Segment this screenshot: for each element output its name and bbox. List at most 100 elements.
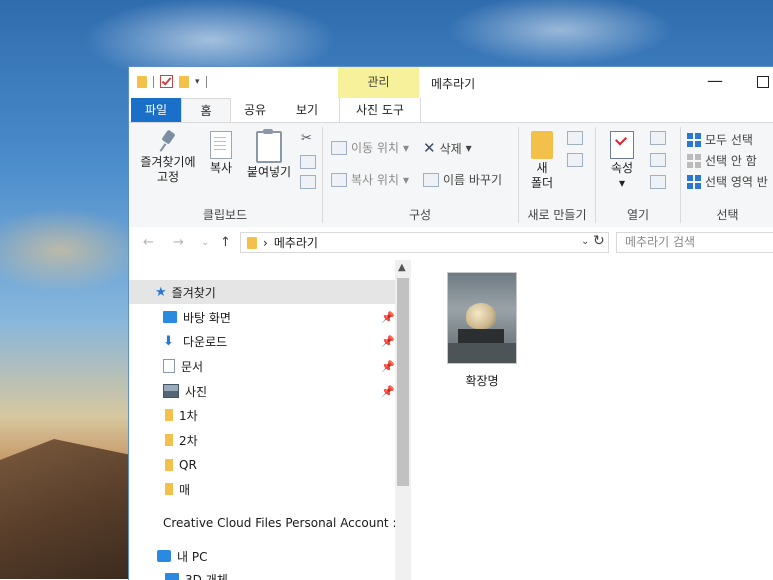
tab-view[interactable]: 보기: [281, 98, 333, 122]
paste-icon: [256, 131, 282, 163]
pin-icon: [158, 131, 178, 153]
clipboard-group: 즐겨찾기에 고정 복사 붙여넣기 ✂ 클립보드: [129, 123, 321, 227]
ribbon-tabs: 파일 홈 공유 보기 사진 도구: [129, 98, 773, 122]
nav-item-desktop[interactable]: 바탕 화면 📌: [129, 305, 411, 329]
folder-icon: [165, 483, 173, 495]
nav-item-folder-1cha[interactable]: 1차: [129, 403, 411, 427]
nav-item-label: 즐겨찾기: [172, 284, 216, 301]
nav-scrollbar[interactable]: ▲: [395, 260, 411, 580]
invert-selection-button[interactable]: 선택 영역 반: [687, 173, 768, 190]
properties-button[interactable]: 속성 ▾: [602, 131, 642, 191]
select-all-button[interactable]: 모두 선택: [687, 131, 753, 148]
select-none-button[interactable]: 선택 안 함: [687, 152, 757, 169]
up-arrow-icon[interactable]: ↑: [220, 235, 231, 250]
pin-label-line2: 고정: [135, 170, 201, 185]
image-thumbnail: [447, 272, 517, 364]
copy-to-icon: [331, 173, 347, 187]
delete-button[interactable]: ✕ 삭제 ▾: [423, 139, 472, 157]
nav-item-label: 2차: [179, 432, 198, 449]
nav-item-quick-access[interactable]: ★ 즐겨찾기: [129, 280, 411, 304]
search-input[interactable]: 메추라기 검색: [616, 232, 773, 253]
select-all-icon: [687, 133, 701, 147]
file-name: 확장명: [432, 372, 532, 389]
folder-icon: [165, 409, 173, 421]
open-icon[interactable]: [650, 131, 666, 145]
nav-item-3d-objects[interactable]: 3D 개체: [129, 567, 411, 580]
nav-item-pictures[interactable]: 사진 📌: [129, 379, 411, 403]
nav-item-label: 다운로드: [183, 333, 227, 350]
folder-icon: [137, 76, 147, 88]
maximize-button[interactable]: [757, 76, 769, 88]
nav-item-folder-2cha[interactable]: 2차: [129, 428, 411, 452]
file-item[interactable]: 확장명: [432, 272, 532, 389]
customize-toolbar-dropdown-icon[interactable]: ▾: [195, 77, 200, 87]
nav-item-label: 사진: [185, 383, 207, 400]
pc-icon: [157, 550, 171, 562]
forward-arrow-icon[interactable]: →: [173, 235, 184, 250]
nav-item-folder-mae[interactable]: 매: [129, 477, 411, 501]
new-folder-label-line2: 폴더: [525, 176, 559, 191]
open-group-label: 열기: [596, 206, 680, 223]
ribbon: 즐겨찾기에 고정 복사 붙여넣기 ✂ 클립보드 이동 위치 ▾: [129, 122, 773, 228]
thumbnail-base: [458, 329, 504, 343]
nav-item-downloads[interactable]: ⬇ 다운로드 📌: [129, 329, 411, 353]
breadcrumb-separator: ›: [263, 236, 268, 250]
desktop-wallpaper-rock: [0, 439, 135, 579]
select-all-label: 모두 선택: [705, 131, 753, 148]
minimize-button[interactable]: —: [707, 71, 723, 90]
nav-item-label: Creative Cloud Files Personal Account :: [163, 516, 395, 530]
thumbnail-shadow: [448, 343, 516, 363]
new-folder-button[interactable]: 새 폴더: [525, 131, 559, 191]
scroll-up-icon[interactable]: ▲: [398, 262, 406, 273]
navigation-pane: ★ 즐겨찾기 바탕 화면 📌 ⬇ 다운로드 📌 문서 📌 사진 📌 1차: [129, 260, 411, 580]
organize-group: 이동 위치 ▾ ✕ 삭제 ▾ 복사 위치 ▾ 이름 바꾸기 구성: [323, 123, 517, 227]
refresh-icon[interactable]: ↻: [593, 233, 605, 249]
new-item-icon[interactable]: [567, 131, 583, 145]
invert-selection-icon: [687, 175, 701, 189]
rename-button[interactable]: 이름 바꾸기: [423, 171, 502, 188]
move-to-button[interactable]: 이동 위치 ▾: [331, 139, 409, 156]
nav-item-documents[interactable]: 문서 📌: [129, 354, 411, 378]
rename-label: 이름 바꾸기: [443, 171, 502, 188]
tab-file[interactable]: 파일: [131, 98, 181, 122]
paste-shortcut-icon[interactable]: [300, 175, 316, 189]
copy-button[interactable]: 복사: [205, 131, 237, 176]
folder-icon: [247, 237, 257, 249]
tab-home[interactable]: 홈: [181, 98, 231, 124]
pin-to-quick-access-button[interactable]: 즐겨찾기에 고정: [135, 131, 201, 185]
select-group: 모두 선택 선택 안 함 선택 영역 반 선택: [681, 123, 773, 227]
copy-path-icon[interactable]: [300, 155, 316, 169]
breadcrumb-item[interactable]: 메추라기: [274, 234, 318, 251]
paste-button[interactable]: 붙여넣기: [241, 131, 297, 180]
chevron-down-icon: ▾: [403, 173, 409, 187]
file-list-area: 확장명: [412, 260, 773, 580]
nav-item-creative-cloud[interactable]: Creative Cloud Files Personal Account :: [129, 511, 395, 535]
back-arrow-icon[interactable]: ←: [143, 235, 154, 250]
copy-to-button[interactable]: 복사 위치 ▾: [331, 171, 409, 188]
recent-locations-chevron-icon[interactable]: ⌄: [201, 237, 209, 248]
scrollbar-thumb[interactable]: [397, 278, 409, 486]
history-icon[interactable]: [650, 175, 666, 189]
nav-item-label: 내 PC: [177, 548, 207, 565]
properties-check-icon[interactable]: [160, 75, 173, 88]
address-dropdown-icon[interactable]: ⌄: [581, 236, 589, 247]
new-folder-icon[interactable]: [179, 76, 189, 88]
thumbnail-object: [466, 303, 496, 329]
chevron-down-icon: ▾: [602, 176, 642, 191]
title-bar: ▾ 관리 메추라기 —: [129, 67, 773, 98]
tab-share[interactable]: 공유: [229, 98, 281, 122]
copy-icon: [210, 131, 232, 159]
pictures-icon: [163, 384, 179, 398]
new-group-label: 새로 만들기: [519, 206, 595, 223]
edit-icon[interactable]: [650, 153, 666, 167]
window-title: 메추라기: [431, 75, 475, 92]
easy-access-icon[interactable]: [567, 153, 583, 167]
nav-item-label: 매: [179, 481, 190, 498]
nav-item-this-pc[interactable]: 내 PC: [129, 544, 411, 568]
address-bar[interactable]: › 메추라기: [240, 232, 609, 253]
tab-photo-tools[interactable]: 사진 도구: [339, 98, 421, 122]
cut-icon[interactable]: ✂: [301, 131, 312, 146]
nav-item-folder-qr[interactable]: QR: [129, 453, 411, 477]
invert-selection-label: 선택 영역 반: [705, 173, 768, 190]
new-group: 새 폴더 새로 만들기: [519, 123, 595, 227]
